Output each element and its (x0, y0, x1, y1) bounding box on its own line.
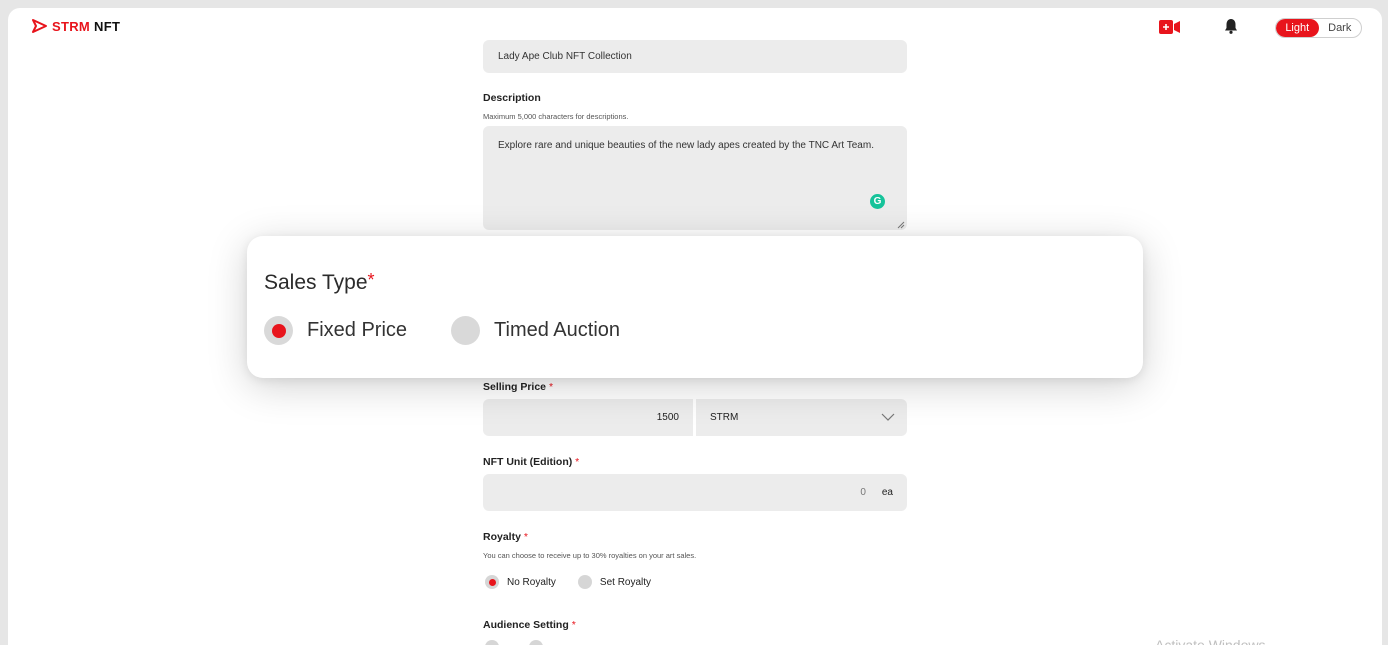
royalty-option-set-royalty[interactable]: Set Royalty (577, 575, 652, 589)
app-window: STRM NFT Light Dark Lady Ape Club NFT Col… (8, 8, 1382, 645)
radio-unselected-icon (529, 640, 543, 645)
theme-dark-option[interactable]: Dark (1319, 19, 1362, 37)
nft-unit-suffix: ea (881, 487, 893, 498)
royalty-hint: You can choose to receive up to 30% roya… (483, 551, 697, 560)
audience-label-text: Audience Setting (483, 619, 569, 631)
required-mark: * (367, 270, 375, 290)
selling-price-label-text: Selling Price (483, 381, 547, 393)
grammarly-icon[interactable]: G (870, 194, 885, 209)
sales-type-fixed-price[interactable]: Fixed Price (264, 316, 407, 345)
audience-option[interactable] (485, 640, 507, 645)
royalty-label: Royalty * (483, 531, 528, 543)
description-hint: Maximum 5,000 characters for description… (483, 112, 629, 121)
description-value: Explore rare and unique beauties of the … (498, 140, 874, 151)
required-mark: * (571, 619, 576, 631)
sales-type-title: Sales Type* (264, 270, 375, 295)
nft-unit-value: 0 (860, 487, 866, 498)
logo-text-strm: STRM (52, 18, 91, 34)
collection-name-value: Lady Ape Club NFT Collection (498, 51, 632, 62)
brand-logo[interactable]: STRM NFT (32, 18, 120, 34)
description-label: Description (483, 92, 541, 104)
selling-price-input[interactable]: 1500 (483, 399, 693, 436)
sales-type-title-text: Sales Type (264, 271, 368, 294)
selling-price-value: 1500 (656, 412, 679, 423)
royalty-label-text: Royalty (483, 531, 521, 543)
required-mark: * (548, 381, 554, 393)
royalty-option-label: No Royalty (507, 576, 556, 588)
sales-type-card: Sales Type* Fixed Price Timed Auction (247, 236, 1143, 378)
logo-play-icon (32, 19, 47, 33)
sales-type-radio-group: Fixed Price Timed Auction (264, 316, 664, 345)
audience-option[interactable] (529, 640, 551, 645)
radio-unselected-icon (451, 316, 481, 345)
bell-icon[interactable] (1224, 18, 1238, 34)
live-video-icon[interactable] (1159, 20, 1181, 34)
currency-value: STRM (710, 412, 739, 423)
nft-unit-label: NFT Unit (Edition) * (483, 456, 579, 468)
radio-unselected-icon (577, 575, 592, 589)
logo-text-nft: NFT (94, 18, 121, 34)
resize-handle-icon[interactable] (897, 221, 905, 229)
royalty-radio-group: No Royalty Set Royalty (485, 575, 673, 589)
audience-setting-label: Audience Setting * (483, 619, 576, 631)
sales-type-option-label: Fixed Price (307, 319, 408, 341)
nft-unit-label-text: NFT Unit (Edition) (483, 456, 573, 468)
royalty-option-label: Set Royalty (599, 576, 652, 588)
radio-selected-icon (485, 575, 499, 589)
required-mark: * (575, 456, 580, 468)
currency-select[interactable]: STRM (696, 399, 907, 436)
theme-light-option[interactable]: Light (1276, 19, 1319, 37)
radio-selected-icon (264, 316, 293, 345)
os-activation-watermark: Activate Windows (1155, 637, 1266, 645)
chevron-down-icon (881, 413, 895, 421)
audience-radio-group (485, 640, 573, 645)
sales-type-option-label: Timed Auction (494, 319, 621, 341)
selling-price-label: Selling Price * (483, 381, 553, 393)
nft-unit-input[interactable]: 0 ea (483, 474, 907, 511)
required-mark: * (523, 531, 528, 543)
collection-name-input[interactable]: Lady Ape Club NFT Collection (483, 40, 907, 73)
royalty-option-no-royalty[interactable]: No Royalty (485, 575, 556, 589)
description-textarea[interactable]: Explore rare and unique beauties of the … (483, 126, 907, 230)
radio-unselected-icon (485, 640, 499, 645)
sales-type-timed-auction[interactable]: Timed Auction (451, 316, 620, 345)
theme-toggle[interactable]: Light Dark (1275, 18, 1362, 38)
